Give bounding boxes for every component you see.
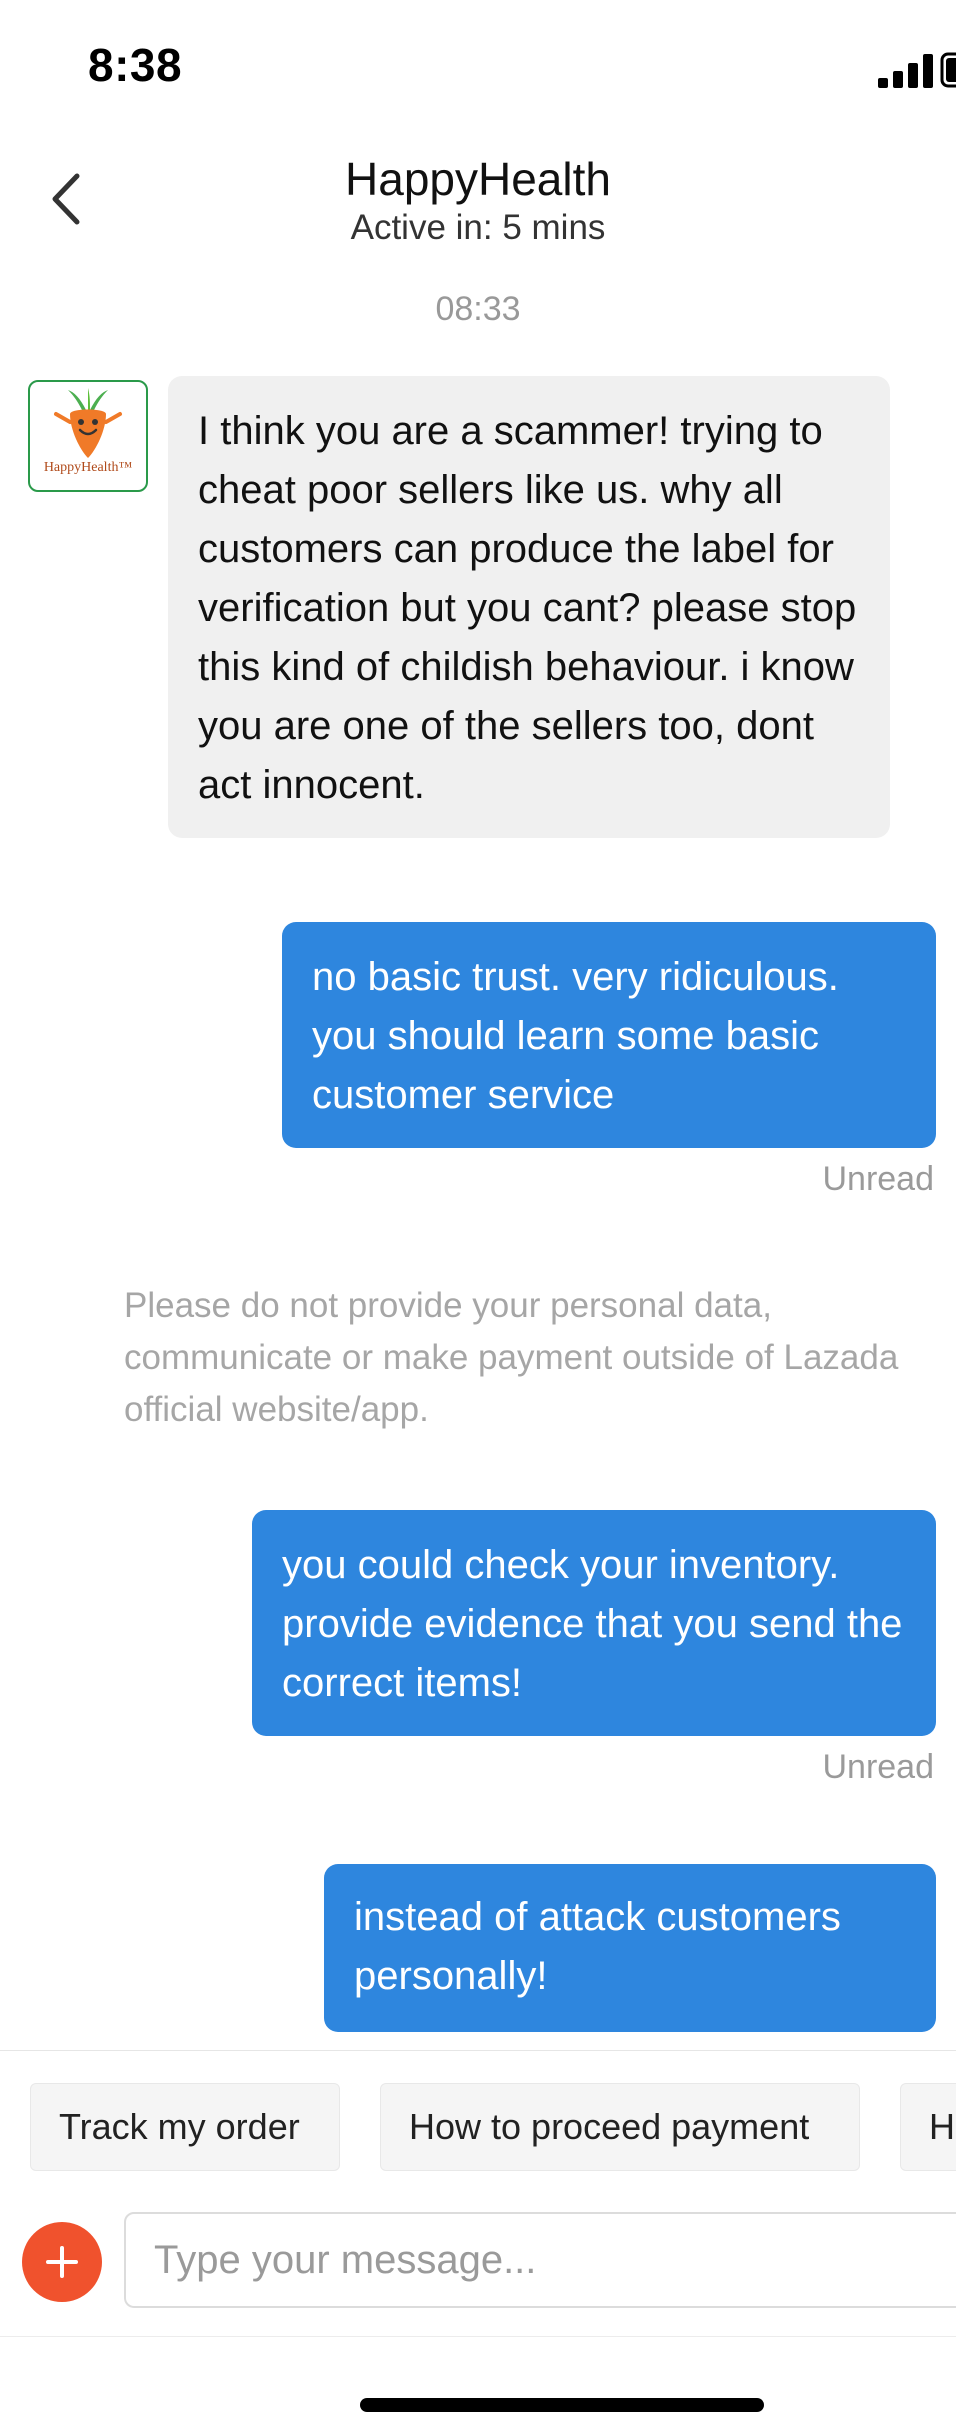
message-composer bbox=[0, 2200, 956, 2337]
incoming-message[interactable]: I think you are a scammer! trying to che… bbox=[168, 376, 890, 838]
avatar-brand-text: HappyHealth™ bbox=[43, 460, 133, 475]
system-notice-line: official website/app. bbox=[124, 1390, 429, 1429]
quick-reply-track-order[interactable]: Track my order bbox=[30, 2083, 340, 2171]
signal-icon bbox=[878, 54, 933, 88]
outgoing-message[interactable]: you could check your inventory. provide … bbox=[252, 1510, 936, 1736]
chat-title: HappyHealth bbox=[345, 153, 611, 205]
outgoing-message[interactable]: no basic trust. very ridiculous. you sho… bbox=[282, 922, 936, 1148]
quick-reply-more[interactable]: How bbox=[900, 2083, 956, 2171]
status-bar: 8:38 bbox=[0, 0, 956, 140]
plus-icon bbox=[46, 2246, 78, 2278]
carrot-mascot-logo bbox=[54, 388, 122, 458]
add-button[interactable] bbox=[22, 2222, 102, 2302]
home-indicator[interactable] bbox=[360, 2398, 764, 2412]
read-status: Unread bbox=[822, 1160, 934, 1198]
system-notice: Please do not provide your personal data… bbox=[124, 1280, 956, 1436]
status-time: 8:38 bbox=[88, 39, 183, 91]
message-list[interactable]: 08:33 HappyHealth™ I think you are a sca… bbox=[0, 260, 956, 2050]
chat-header: HappyHealth Active in: 5 mins bbox=[0, 140, 956, 260]
battery-icon bbox=[940, 52, 956, 88]
message-timestamp: 08:33 bbox=[435, 290, 521, 328]
active-status: Active in: 5 mins bbox=[350, 208, 606, 247]
read-status: Unread bbox=[822, 1748, 934, 1786]
system-notice-line: Please do not provide your personal data… bbox=[124, 1286, 772, 1325]
quick-replies-bar[interactable]: Track my order How to proceed payment Ho… bbox=[0, 2050, 956, 2201]
quick-reply-payment[interactable]: How to proceed payment bbox=[380, 2083, 860, 2171]
seller-avatar[interactable]: HappyHealth™ bbox=[28, 380, 148, 492]
message-input[interactable] bbox=[124, 2212, 956, 2308]
system-notice-line: communicate or make payment outside of L… bbox=[124, 1338, 899, 1377]
outgoing-message[interactable]: instead of attack customers personally! bbox=[324, 1864, 936, 2032]
